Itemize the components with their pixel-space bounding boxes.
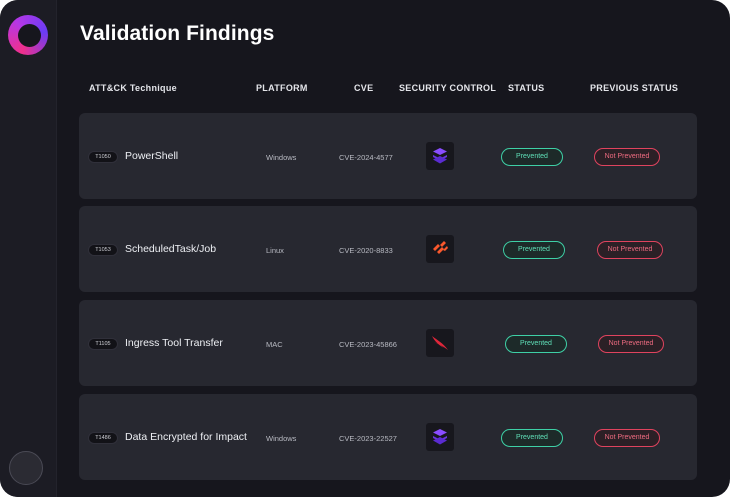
cve-value: CVE-2023-45866 [339,340,397,349]
technique-id-badge: T1486 [88,432,118,444]
platform-value: MAC [266,340,283,349]
purple-stack-logo-icon [433,148,447,164]
cve-value: CVE-2023-22527 [339,434,397,443]
sidebar [0,0,57,497]
previous-status-badge: Not Prevented [594,148,660,166]
security-control-logo [426,423,454,451]
technique-name: ScheduledTask/Job [125,243,217,255]
avatar[interactable] [9,451,43,485]
technique-id-badge: T1105 [88,338,118,350]
status-badge: Prevented [503,241,565,259]
column-header-status[interactable]: STATUS [508,83,544,93]
page-title: Validation Findings [80,22,275,45]
security-control-logo [426,329,454,357]
table-row[interactable]: T1050 PowerShell Windows CVE-2024-4577 P… [79,113,697,199]
column-header-technique[interactable]: ATT&CK Technique [89,83,177,93]
previous-status-badge: Not Prevented [598,335,664,353]
technique-id-badge: T1050 [88,151,118,163]
technique-name: Ingress Tool Transfer [125,337,223,349]
platform-value: Windows [266,434,297,443]
previous-status-badge: Not Prevented [594,429,660,447]
security-control-logo [426,142,454,170]
technique-name: PowerShell [125,150,179,162]
app-logo-icon[interactable] [8,15,48,55]
column-header-platform[interactable]: PLATFORM [256,83,308,93]
red-falcon-logo-icon [432,336,448,350]
previous-status-badge: Not Prevented [597,241,663,259]
table-row[interactable]: T1486 Data Encrypted for Impact Windows … [79,394,697,480]
table-row[interactable]: T1105 Ingress Tool Transfer MAC CVE-2023… [79,300,697,386]
cve-value: CVE-2024-4577 [339,153,393,162]
platform-value: Linux [266,246,284,255]
status-badge: Prevented [501,429,563,447]
security-control-logo [426,235,454,263]
app-window: Validation Findings ATT&CK Technique PLA… [0,0,730,497]
column-header-cve[interactable]: CVE [354,83,373,93]
table-row[interactable]: T1053 ScheduledTask/Job Linux CVE-2020-8… [79,206,697,292]
column-header-security-control[interactable]: SECURITY CONTROL [399,83,496,93]
orange-stripes-logo-icon [433,241,448,254]
column-header-previous-status[interactable]: PREVIOUS STATUS [590,83,678,93]
technique-name: Data Encrypted for Impact [125,431,247,443]
cve-value: CVE-2020-8833 [339,246,393,255]
technique-id-badge: T1053 [88,244,118,256]
status-badge: Prevented [501,148,563,166]
status-badge: Prevented [505,335,567,353]
platform-value: Windows [266,153,297,162]
purple-stack-logo-icon [433,429,447,445]
